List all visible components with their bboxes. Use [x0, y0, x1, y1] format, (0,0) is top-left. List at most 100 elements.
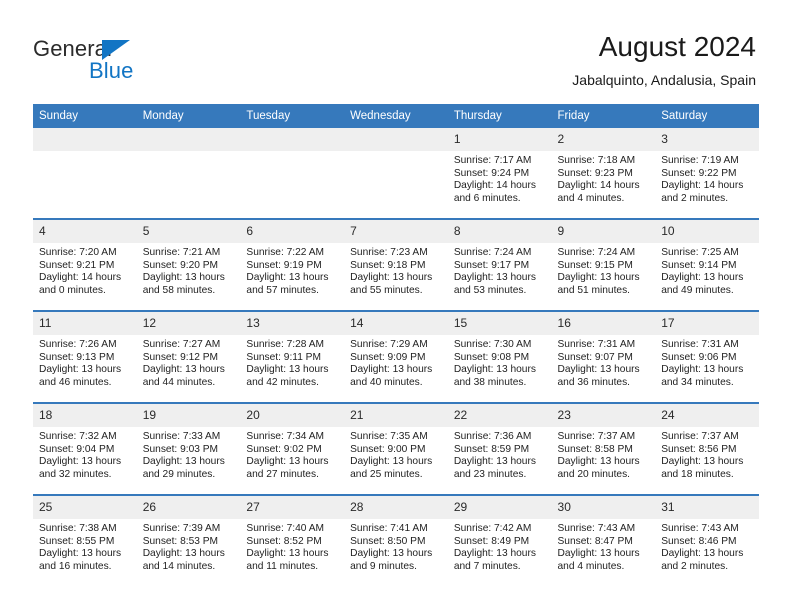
- day-box: 15 Sunrise: 7:30 AM Sunset: 9:08 PM Dayligh…: [447, 312, 552, 402]
- calendar-day-cell[interactable]: 9 Sunrise: 7:24 AM Sunset: 9:15 PM Daylight…: [551, 218, 656, 311]
- day-box: 19 Sunrise: 7:33 AM Sunset: 9:03 PM Dayligh…: [136, 404, 241, 494]
- day-box: 6 Sunrise: 7:22 AM Sunset: 9:19 PM Daylight…: [240, 220, 345, 310]
- day-number: 19: [136, 404, 241, 427]
- weekday-header-thursday: Thursday: [447, 104, 552, 128]
- calendar-day-cell[interactable]: 1 Sunrise: 7:17 AM Sunset: 9:24 PM Daylight…: [447, 128, 552, 219]
- calendar-day-cell[interactable]: 31 Sunrise: 7:43 AM Sunset: 8:46 PM Dayligh…: [655, 494, 759, 586]
- daylight-text: Daylight: 13 hours and 36 minutes.: [557, 364, 640, 388]
- day-box: 16 Sunrise: 7:31 AM Sunset: 9:07 PM Dayligh…: [551, 312, 656, 402]
- sunrise-text: Sunrise: 7:40 AM: [246, 523, 324, 534]
- sunrise-text: Sunrise: 7:18 AM: [557, 155, 636, 166]
- calendar-day-cell[interactable]: 2 Sunrise: 7:18 AM Sunset: 9:23 PM Daylight…: [551, 128, 656, 219]
- daylight-text: Daylight: 13 hours and 42 minutes.: [246, 364, 329, 388]
- calendar-day-cell[interactable]: 26 Sunrise: 7:39 AM Sunset: 8:53 PM Dayligh…: [136, 494, 241, 586]
- sunrise-text: Sunrise: 7:20 AM: [39, 247, 117, 258]
- day-details: Sunrise: 7:35 AM Sunset: 9:00 PM Daylight:…: [344, 427, 448, 481]
- day-box: [33, 128, 137, 218]
- calendar-day-cell[interactable]: 18 Sunrise: 7:32 AM Sunset: 9:04 PM Dayligh…: [33, 402, 137, 495]
- day-box: 28 Sunrise: 7:41 AM Sunset: 8:50 PM Dayligh…: [344, 496, 448, 586]
- calendar-day-cell[interactable]: 7 Sunrise: 7:23 AM Sunset: 9:18 PM Daylight…: [344, 218, 448, 311]
- calendar-day-cell[interactable]: 8 Sunrise: 7:24 AM Sunset: 9:17 PM Daylight…: [447, 218, 552, 311]
- day-details: Sunrise: 7:31 AM Sunset: 9:07 PM Daylight:…: [552, 335, 656, 389]
- calendar-day-cell[interactable]: 25 Sunrise: 7:38 AM Sunset: 8:55 PM Dayligh…: [33, 494, 137, 586]
- calendar-day-cell[interactable]: 4 Sunrise: 7:20 AM Sunset: 9:21 PM Daylight…: [33, 218, 137, 311]
- day-details: Sunrise: 7:27 AM Sunset: 9:12 PM Daylight:…: [137, 335, 241, 389]
- calendar-day-cell[interactable]: 11 Sunrise: 7:26 AM Sunset: 9:13 PM Dayligh…: [33, 310, 137, 403]
- calendar-day-cell[interactable]: 5 Sunrise: 7:21 AM Sunset: 9:20 PM Daylight…: [136, 218, 241, 311]
- sunset-text: Sunset: 9:11 PM: [246, 351, 321, 363]
- day-number: 27: [240, 496, 345, 519]
- day-number: 14: [344, 312, 448, 335]
- day-number: 22: [447, 404, 552, 427]
- sunset-text: Sunset: 9:08 PM: [453, 351, 530, 363]
- day-box: 3 Sunrise: 7:19 AM Sunset: 9:22 PM Daylight…: [655, 128, 759, 218]
- weekday-header-monday: Monday: [136, 104, 241, 128]
- day-number: [33, 128, 137, 151]
- weekday-header-saturday: Saturday: [655, 104, 759, 128]
- day-number: 28: [344, 496, 448, 519]
- calendar-day-cell[interactable]: 23 Sunrise: 7:37 AM Sunset: 8:58 PM Dayligh…: [551, 402, 656, 495]
- calendar-day-cell[interactable]: 28 Sunrise: 7:41 AM Sunset: 8:50 PM Dayligh…: [344, 494, 448, 586]
- sunrise-text: Sunrise: 7:24 AM: [453, 247, 532, 258]
- day-details: Sunrise: 7:29 AM Sunset: 9:09 PM Daylight:…: [344, 335, 448, 389]
- day-number: 31: [655, 496, 759, 519]
- day-box: 30 Sunrise: 7:43 AM Sunset: 8:47 PM Dayligh…: [551, 496, 656, 586]
- day-details: Sunrise: 7:38 AM Sunset: 8:55 PM Daylight:…: [33, 519, 137, 573]
- sunset-text: Sunset: 9:23 PM: [557, 167, 633, 179]
- calendar-day-cell[interactable]: 10 Sunrise: 7:25 AM Sunset: 9:14 PM Dayligh…: [655, 218, 759, 311]
- calendar-day-cell[interactable]: 24 Sunrise: 7:37 AM Sunset: 8:56 PM Dayligh…: [655, 402, 759, 495]
- calendar-day-cell[interactable]: 17 Sunrise: 7:31 AM Sunset: 9:06 PM Dayligh…: [655, 310, 759, 403]
- day-box: 9 Sunrise: 7:24 AM Sunset: 9:15 PM Daylight…: [551, 220, 656, 310]
- calendar-day-cell[interactable]: 3 Sunrise: 7:19 AM Sunset: 9:22 PM Daylight…: [655, 128, 759, 219]
- calendar-day-cell[interactable]: 30 Sunrise: 7:43 AM Sunset: 8:47 PM Dayligh…: [551, 494, 656, 586]
- calendar-day-cell[interactable]: 16 Sunrise: 7:31 AM Sunset: 9:07 PM Dayligh…: [551, 310, 656, 403]
- sunset-text: Sunset: 9:07 PM: [557, 351, 633, 363]
- day-details: Sunrise: 7:39 AM Sunset: 8:53 PM Daylight:…: [137, 519, 241, 573]
- day-details: Sunrise: 7:43 AM Sunset: 8:47 PM Daylight:…: [552, 519, 656, 573]
- calendar-day-cell[interactable]: 21 Sunrise: 7:35 AM Sunset: 9:00 PM Dayligh…: [344, 402, 448, 495]
- day-details: Sunrise: 7:26 AM Sunset: 9:13 PM Daylight:…: [33, 335, 137, 389]
- day-box: 29 Sunrise: 7:42 AM Sunset: 8:49 PM Dayligh…: [447, 496, 552, 586]
- sunset-text: Sunset: 9:24 PM: [453, 167, 530, 179]
- calendar-day-cell[interactable]: 14 Sunrise: 7:29 AM Sunset: 9:09 PM Dayligh…: [344, 310, 448, 403]
- calendar-day-cell[interactable]: 12 Sunrise: 7:27 AM Sunset: 9:12 PM Dayligh…: [136, 310, 241, 403]
- day-details: Sunrise: 7:28 AM Sunset: 9:11 PM Daylight:…: [240, 335, 344, 389]
- calendar-day-cell[interactable]: 20 Sunrise: 7:34 AM Sunset: 9:02 PM Dayligh…: [240, 402, 345, 495]
- daylight-text: Daylight: 13 hours and 18 minutes.: [661, 456, 744, 480]
- sunset-text: Sunset: 9:19 PM: [246, 259, 322, 271]
- sunset-text: Sunset: 9:20 PM: [142, 259, 219, 271]
- day-details: Sunrise: 7:18 AM Sunset: 9:23 PM Daylight:…: [552, 151, 656, 205]
- day-number: 10: [655, 220, 759, 243]
- day-details: Sunrise: 7:23 AM Sunset: 9:18 PM Daylight:…: [344, 243, 448, 297]
- day-box: 20 Sunrise: 7:34 AM Sunset: 9:02 PM Dayligh…: [240, 404, 345, 494]
- day-box: 10 Sunrise: 7:25 AM Sunset: 9:14 PM Dayligh…: [655, 220, 759, 310]
- calendar-day-cell[interactable]: 13 Sunrise: 7:28 AM Sunset: 9:11 PM Dayligh…: [240, 310, 345, 403]
- day-box: [136, 128, 241, 218]
- sunset-text: Sunset: 8:56 PM: [661, 443, 737, 455]
- weekday-header-sunday: Sunday: [33, 104, 137, 128]
- day-number: 11: [33, 312, 137, 335]
- calendar-day-cell[interactable]: 22 Sunrise: 7:36 AM Sunset: 8:59 PM Dayligh…: [447, 402, 552, 495]
- day-box: 18 Sunrise: 7:32 AM Sunset: 9:04 PM Dayligh…: [33, 404, 137, 494]
- day-details: Sunrise: 7:20 AM Sunset: 9:21 PM Daylight:…: [33, 243, 137, 297]
- sunrise-text: Sunrise: 7:37 AM: [557, 431, 636, 442]
- sunrise-text: Sunrise: 7:43 AM: [557, 523, 636, 534]
- calendar-day-cell[interactable]: 27 Sunrise: 7:40 AM Sunset: 8:52 PM Dayligh…: [240, 494, 345, 586]
- day-details: Sunrise: 7:40 AM Sunset: 8:52 PM Daylight:…: [240, 519, 344, 573]
- sunset-text: Sunset: 9:06 PM: [661, 351, 737, 363]
- calendar-table: Sunday Monday Tuesday Wednesday Thursday…: [33, 104, 759, 586]
- daylight-text: Daylight: 14 hours and 4 minutes.: [557, 180, 640, 204]
- calendar-day-cell[interactable]: 19 Sunrise: 7:33 AM Sunset: 9:03 PM Dayligh…: [136, 402, 241, 495]
- day-box: 31 Sunrise: 7:43 AM Sunset: 8:46 PM Dayligh…: [655, 496, 759, 586]
- sunrise-text: Sunrise: 7:33 AM: [142, 431, 221, 442]
- daylight-text: Daylight: 13 hours and 14 minutes.: [142, 548, 225, 572]
- daylight-text: Daylight: 13 hours and 55 minutes.: [350, 272, 433, 296]
- day-number: 24: [655, 404, 759, 427]
- calendar-day-cell[interactable]: 29 Sunrise: 7:42 AM Sunset: 8:49 PM Dayligh…: [447, 494, 552, 586]
- calendar-day-cell[interactable]: 15 Sunrise: 7:30 AM Sunset: 9:08 PM Dayligh…: [447, 310, 552, 403]
- sunrise-text: Sunrise: 7:32 AM: [39, 431, 117, 442]
- sunrise-text: Sunrise: 7:23 AM: [350, 247, 428, 258]
- sunset-text: Sunset: 9:03 PM: [142, 443, 219, 455]
- day-number: 3: [655, 128, 759, 151]
- calendar-day-cell[interactable]: 6 Sunrise: 7:22 AM Sunset: 9:19 PM Daylight…: [240, 218, 345, 311]
